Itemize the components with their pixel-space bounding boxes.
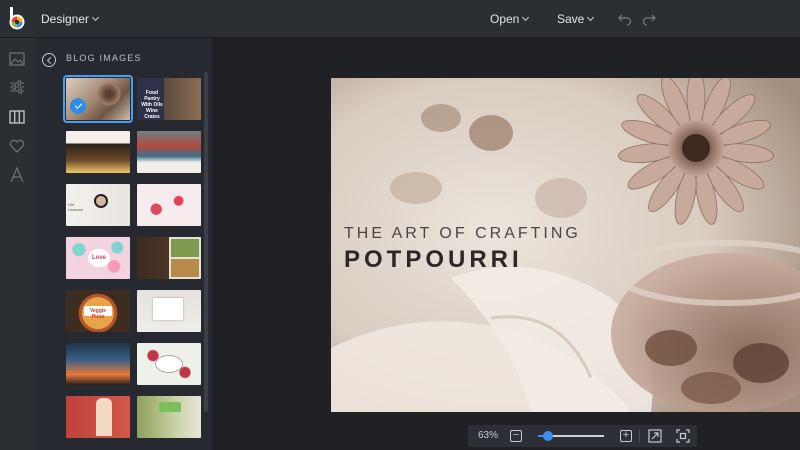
thumbnail-label: Veggie Pizza [89,308,107,320]
person-image [96,398,112,436]
potpourri-photo [331,78,800,412]
blog-images-panel: BLOG IMAGES Food Pantry With Oils Wine C… [36,38,212,450]
template-thumbnail[interactable] [137,290,201,332]
template-thumbnail[interactable]: Food Pantry With Oils Wine Crates [137,78,201,120]
open-menu[interactable]: Open [490,0,530,38]
designer-menu-label: Designer [41,12,90,26]
chevron-down-icon [587,13,595,22]
toolbar-divider [639,429,640,443]
selected-check-icon [70,98,86,114]
compact-image [94,194,108,208]
canvas-headline-top[interactable]: THE ART OF CRAFTING [344,225,581,243]
template-thumbnail[interactable]: Life Lessons [66,184,130,226]
canvas-headline-main[interactable]: POTPOURRI [344,246,523,274]
tool-sidebar [0,38,36,450]
designer-menu[interactable]: Designer [41,0,100,38]
top-toolbar: Designer Open Save [0,0,800,38]
panel-scrollbar[interactable] [204,72,208,412]
panel-title: BLOG IMAGES [66,53,142,63]
thumbnail-label: Love [91,255,106,261]
template-thumbnail[interactable] [66,396,130,438]
thumbnail-label: Food Pantry With Oils Wine Crates [141,90,163,120]
wreath-badge [155,355,183,373]
back-arrow-icon[interactable] [42,53,56,67]
zoom-toolbar: 63% − + [468,425,697,447]
sliders-icon[interactable] [8,78,26,96]
template-thumbnail[interactable] [137,396,201,438]
zoom-out-button[interactable]: − [510,430,522,442]
template-thumbnail[interactable] [63,75,133,123]
card-image [153,298,183,320]
expand-icon[interactable] [648,429,662,443]
chevron-down-icon [522,13,530,22]
food-image [171,259,199,277]
layout-columns-icon[interactable] [8,108,26,126]
design-stage: THE ART OF CRAFTING POTPOURRI 63% − + [212,38,800,450]
chevron-down-icon [91,13,100,22]
template-thumbnail[interactable] [137,184,201,226]
undo-icon[interactable] [617,12,632,26]
fit-to-screen-icon[interactable] [676,429,690,443]
heart-icon[interactable] [8,137,26,155]
open-menu-label: Open [490,12,520,26]
save-menu-label: Save [557,12,585,26]
design-canvas[interactable]: THE ART OF CRAFTING POTPOURRI [331,78,800,412]
template-thumbnail[interactable]: Veggie Pizza [66,290,130,332]
app-logo-icon[interactable] [7,7,27,31]
zoom-value: 63% [478,430,499,441]
template-thumbnail[interactable] [66,131,130,173]
template-thumbnail[interactable] [137,343,201,385]
text-icon[interactable] [8,166,26,184]
template-thumbnail[interactable] [66,343,130,385]
template-thumbnail[interactable]: Love [66,237,130,279]
redo-icon[interactable] [642,12,657,26]
save-menu[interactable]: Save [557,0,595,38]
food-image [171,239,199,257]
zoom-slider[interactable] [538,431,604,441]
zoom-in-button[interactable]: + [620,430,632,442]
label-badge [159,402,181,412]
image-icon[interactable] [8,50,26,68]
flower-image [96,82,122,106]
template-thumbnail[interactable] [137,131,201,173]
thumbnail-label: Life Lessons [68,202,83,212]
template-thumbnail[interactable] [137,237,201,279]
zoom-slider-handle[interactable] [542,431,553,441]
